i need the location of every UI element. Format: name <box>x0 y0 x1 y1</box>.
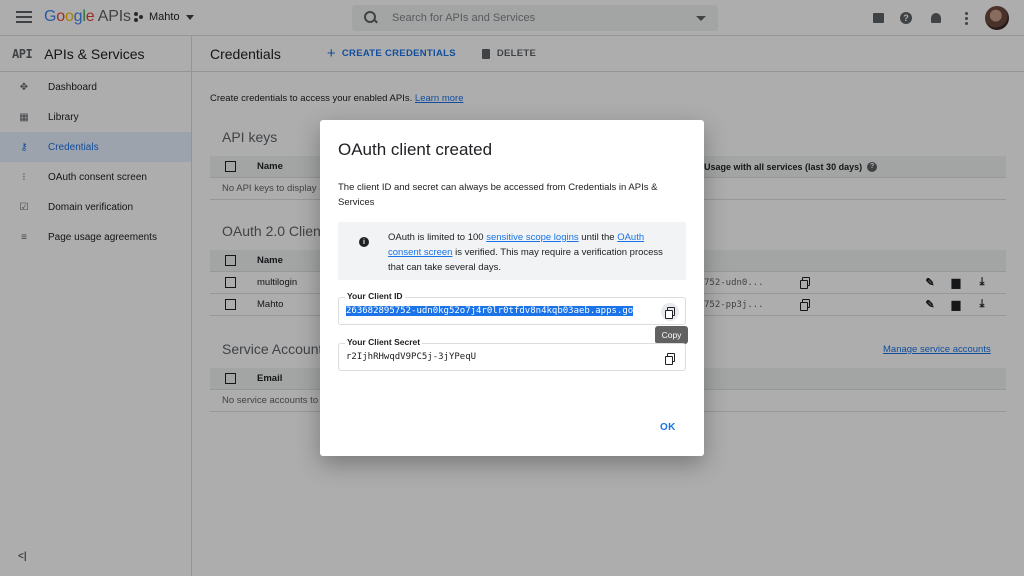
sensitive-scope-logins-link[interactable]: sensitive scope logins <box>486 232 578 243</box>
info-icon: i <box>359 237 369 247</box>
client-id-value[interactable]: 263682895752-udn0kg52o7j4r0lr0tfdv8n4kqb… <box>346 306 654 316</box>
client-id-text[interactable]: 263682895752-udn0kg52o7j4r0lr0tfdv8n4kqb… <box>346 306 634 316</box>
client-secret-value[interactable]: r2IjhRHwqdV9PC5j-3jYPeqU <box>346 352 654 362</box>
copy-client-id-button[interactable] <box>661 303 679 321</box>
client-secret-label: Your Client Secret <box>345 337 423 347</box>
client-secret-field[interactable]: Your Client Secret r2IjhRHwqdV9PC5j-3jYP… <box>338 337 686 371</box>
info-banner: i OAuth is limited to 100 sensitive scop… <box>338 222 686 280</box>
oauth-created-dialog: OAuth client created The client ID and s… <box>320 120 704 456</box>
info-text-part: OAuth is limited to 100 <box>388 232 487 243</box>
ok-button[interactable]: OK <box>660 422 676 433</box>
copy-icon <box>665 352 675 365</box>
client-id-field[interactable]: Your Client ID 263682895752-udn0kg52o7j4… <box>338 291 686 325</box>
client-id-label: Your Client ID <box>345 291 405 301</box>
copy-tooltip: Copy <box>655 326 688 344</box>
dialog-title: OAuth client created <box>338 140 493 159</box>
info-text: OAuth is limited to 100 sensitive scope … <box>388 230 678 275</box>
info-text-part: until the <box>578 232 618 243</box>
copy-icon <box>665 306 675 319</box>
copy-client-secret-button[interactable] <box>661 349 679 367</box>
dialog-description: The client ID and secret can always be a… <box>338 182 658 208</box>
